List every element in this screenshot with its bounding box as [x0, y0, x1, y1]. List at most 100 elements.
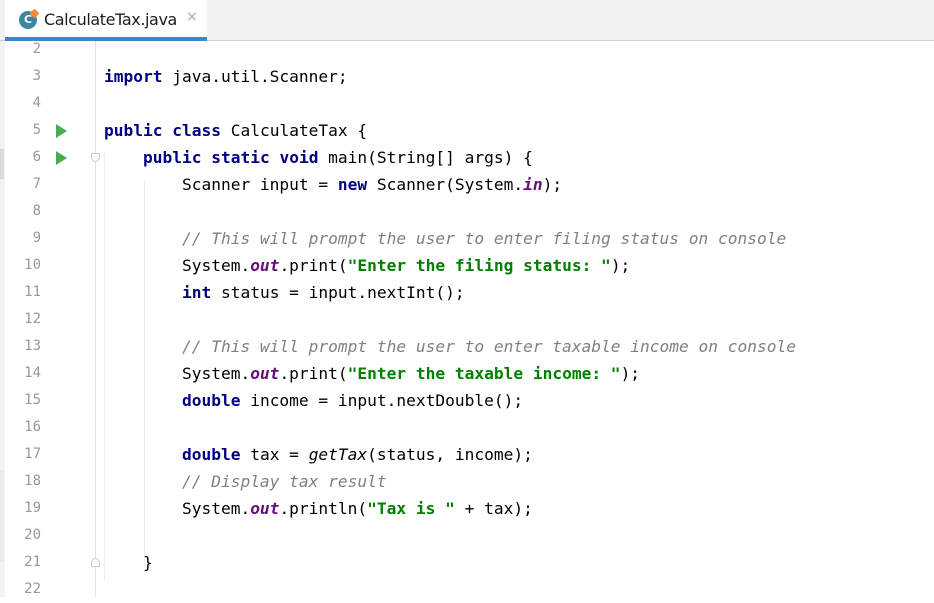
code-line[interactable]: 5 public class CalculateTax { [0, 117, 934, 144]
code-line[interactable]: 20 [0, 522, 934, 549]
code-token: CalculateTax { [220, 121, 368, 140]
line-number: 15 [24, 392, 41, 408]
code-line[interactable]: 16 [0, 414, 934, 441]
code-token: void [279, 148, 319, 167]
close-tab-icon[interactable]: × [186, 9, 198, 25]
code-line[interactable]: 11 int status = input.nextInt(); [0, 279, 934, 306]
line-number: 11 [24, 284, 41, 300]
code-line[interactable]: 12 [0, 306, 934, 333]
code-token: System. [104, 364, 251, 383]
code-token: public [142, 148, 202, 167]
code-token: System. [104, 256, 251, 275]
code-token: } [104, 553, 153, 572]
code-text: System.out.println("Tax is " + tax); [104, 495, 533, 522]
line-number: 19 [24, 500, 41, 516]
code-line[interactable]: 14 System.out.print("Enter the taxable i… [0, 360, 934, 387]
code-token: java.util.Scanner; [162, 67, 348, 86]
code-token: "Enter the filing status: " [347, 256, 611, 275]
code-text: public static void main(String[] args) { [104, 144, 533, 171]
code-token: double [181, 391, 241, 410]
code-token: tax = [240, 445, 309, 464]
code-token: static [211, 148, 270, 167]
code-line[interactable]: 3 import java.util.Scanner; [0, 63, 934, 90]
fold-icon[interactable] [91, 153, 100, 162]
code-text: public class CalculateTax { [104, 117, 367, 144]
code-line[interactable]: 8 [0, 198, 934, 225]
code-token: new [337, 175, 368, 194]
line-number: 20 [24, 527, 41, 543]
code-token: ); [620, 364, 641, 383]
code-editor[interactable]: 2 3 import java.util.Scanner; 4 5 public clas… [0, 41, 934, 597]
code-text: System.out.print("Enter the taxable inco… [104, 360, 640, 387]
code-token: in [523, 175, 543, 194]
code-line[interactable]: 22 [0, 576, 934, 603]
editor-tab-bar: C CalculateTax.java × [0, 0, 934, 41]
line-number: 14 [24, 365, 41, 381]
code-token: // This will prompt the user to enter ta… [181, 337, 796, 356]
line-number: 4 [32, 95, 41, 111]
line-number: 8 [32, 203, 41, 219]
code-line[interactable]: 9 // This will prompt the user to enter … [0, 225, 934, 252]
code-token: income = input.nextDouble(); [240, 391, 524, 410]
code-token: Scanner(System. [367, 175, 524, 194]
code-line[interactable]: 10 System.out.print("Enter the filing st… [0, 252, 934, 279]
code-line[interactable]: 13 // This will prompt the user to enter… [0, 333, 934, 360]
code-token: int [181, 283, 212, 302]
code-token: .print( [279, 364, 348, 383]
fold-icon[interactable] [91, 558, 100, 567]
code-text: // This will prompt the user to enter fi… [104, 225, 786, 252]
line-number: 18 [24, 473, 41, 489]
code-token: + tax); [454, 499, 533, 518]
code-token: public [104, 121, 163, 140]
line-number: 22 [24, 581, 41, 597]
code-token: out [250, 499, 280, 518]
code-text: } [104, 549, 153, 576]
run-icon[interactable] [56, 124, 67, 138]
line-number: 7 [32, 176, 41, 192]
code-token: ); [610, 256, 631, 275]
code-text: System.out.print("Enter the filing statu… [104, 252, 630, 279]
code-token: out [250, 256, 280, 275]
line-number: 3 [32, 68, 41, 84]
code-token: // Display tax result [181, 472, 387, 491]
code-line[interactable]: 7 Scanner input = new Scanner(System.in)… [0, 171, 934, 198]
line-number: 16 [24, 419, 41, 435]
code-line[interactable]: 4 [0, 90, 934, 117]
line-number: 2 [32, 41, 41, 57]
run-icon[interactable] [56, 151, 67, 165]
code-line[interactable]: 6 public static void main(String[] args)… [0, 144, 934, 171]
code-line[interactable]: 15 double income = input.nextDouble(); [0, 387, 934, 414]
code-line[interactable]: 21 } [0, 549, 934, 576]
code-text: Scanner input = new Scanner(System.in); [104, 171, 562, 198]
code-line[interactable]: 19 System.out.println("Tax is " + tax); [0, 495, 934, 522]
line-number: 5 [32, 122, 41, 138]
code-token: .print( [279, 256, 348, 275]
code-line[interactable]: 2 [0, 36, 934, 63]
code-line[interactable]: 17 double tax = getTax(status, income); [0, 441, 934, 468]
code-text: double income = input.nextDouble(); [104, 387, 523, 414]
code-token: .println( [279, 499, 368, 518]
code-token: ); [542, 175, 563, 194]
code-text: import java.util.Scanner; [104, 63, 348, 90]
line-number: 17 [24, 446, 41, 462]
line-number: 10 [24, 257, 41, 273]
tab-calculatetax-java[interactable]: C CalculateTax.java × [5, 0, 207, 41]
code-line[interactable]: 18 // Display tax result [0, 468, 934, 495]
code-token: getTax [308, 445, 368, 464]
code-text: int status = input.nextInt(); [104, 279, 465, 306]
code-token: double [181, 445, 241, 464]
code-text: // Display tax result [104, 468, 387, 495]
line-number: 9 [32, 230, 41, 246]
code-text: double tax = getTax(status, income); [104, 441, 533, 468]
code-token: "Enter the taxable income: " [347, 364, 621, 383]
